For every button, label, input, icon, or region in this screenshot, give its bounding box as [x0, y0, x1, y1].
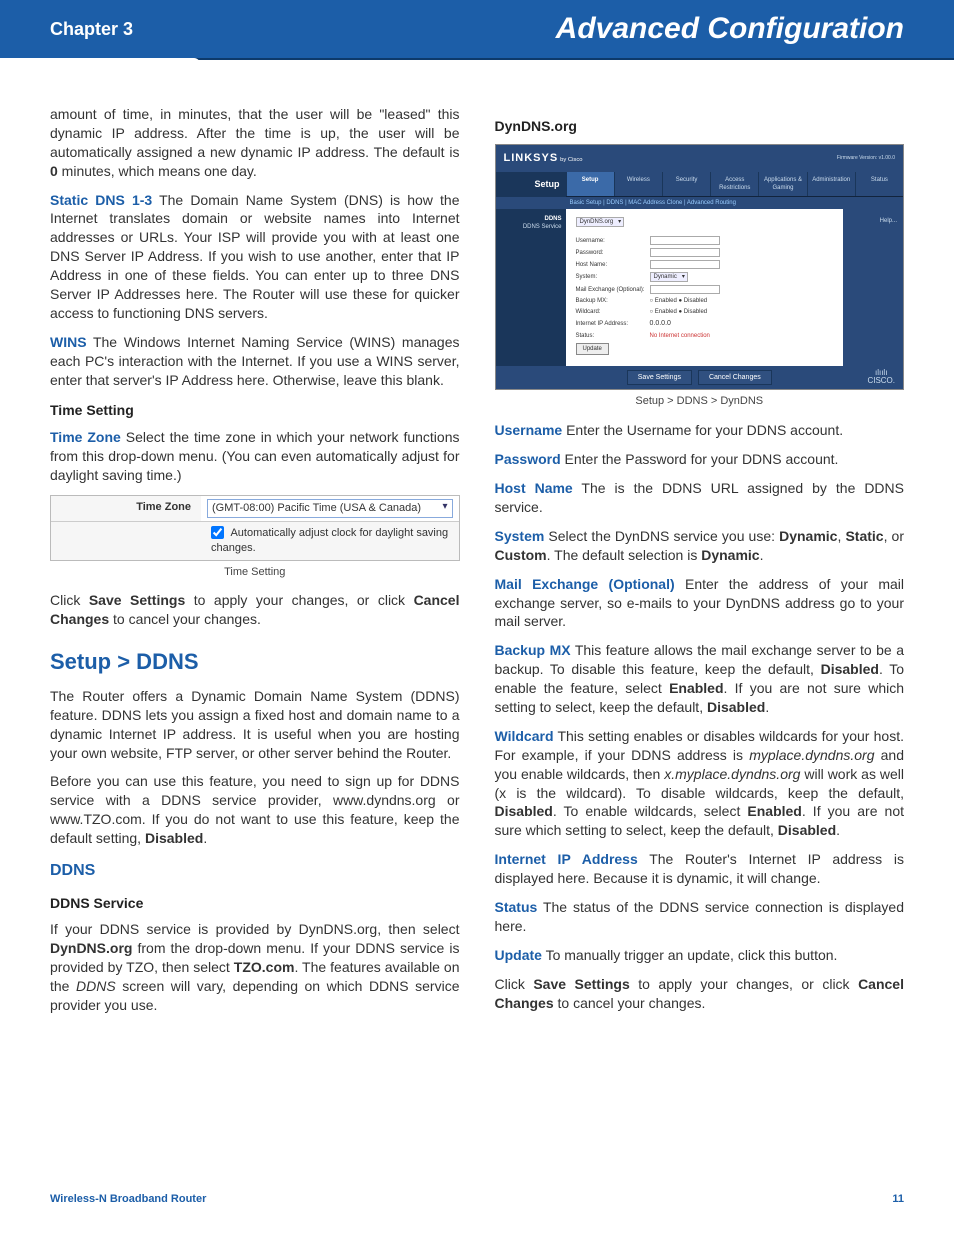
left-column: amount of time, in minutes, that the use… — [50, 105, 460, 1025]
username-input[interactable] — [650, 236, 720, 245]
ddns-signup-paragraph: Before you can use this feature, you nee… — [50, 772, 460, 848]
tz-select[interactable]: (GMT-08:00) Pacific Time (USA & Canada) — [207, 499, 453, 518]
wildcard-paragraph: Wildcard This setting enables or disable… — [495, 727, 905, 840]
ddns-service-select[interactable]: DynDNS.org — [576, 217, 625, 227]
static-dns-paragraph: Static DNS 1-3 The Domain Name System (D… — [50, 191, 460, 323]
cisco-logo: ılıılıCISCO. — [867, 369, 895, 385]
side-ddns: DDNS — [500, 215, 562, 223]
tab-notch — [0, 58, 200, 64]
subtabs[interactable]: Basic Setup | DDNS | MAC Address Clone |… — [496, 197, 904, 209]
right-column: DynDNS.org LINKSYS by Cisco Firmware Ver… — [495, 105, 905, 1025]
backup-mx-paragraph: Backup MX This feature allows the mail e… — [495, 641, 905, 717]
help-link[interactable]: Help... — [880, 217, 897, 225]
page-footer: Wireless-N Broadband Router 11 — [50, 1193, 904, 1205]
update-paragraph: Update To manually trigger an update, cl… — [495, 946, 905, 965]
system-select[interactable]: Dynamic — [650, 272, 688, 282]
page-header: Chapter 3 Advanced Configuration — [0, 0, 954, 60]
tz-label: Time Zone — [51, 496, 201, 521]
tab-admin[interactable]: Administration — [807, 172, 855, 196]
password-input[interactable] — [650, 248, 720, 257]
product-name: Wireless-N Broadband Router — [50, 1193, 206, 1205]
brand-logo: LINKSYS — [504, 152, 559, 164]
page-title: Advanced Configuration — [556, 12, 904, 46]
tz-dst-label: Automatically adjust clock for daylight … — [211, 527, 448, 554]
save-settings-paragraph-2: Click Save Settings to apply your change… — [495, 975, 905, 1013]
tab-setup[interactable]: Setup — [566, 172, 614, 196]
ddns-subheading: DDNS — [50, 860, 460, 882]
ip-value: 0.0.0.0 — [650, 319, 671, 328]
status-value: No Internet connection — [650, 332, 710, 340]
lease-paragraph: amount of time, in minutes, that the use… — [50, 105, 460, 181]
chapter-label: Chapter 3 — [50, 19, 133, 40]
firmware-version: Firmware Version: v1.00.0 — [837, 155, 895, 162]
content: amount of time, in minutes, that the use… — [0, 60, 954, 1025]
status-paragraph: Status The status of the DDNS service co… — [495, 898, 905, 936]
mail-exchange-paragraph: Mail Exchange (Optional) Enter the addre… — [495, 575, 905, 632]
update-button[interactable]: Update — [576, 343, 609, 355]
username-paragraph: Username Enter the Username for your DDN… — [495, 421, 905, 440]
tab-status[interactable]: Status — [855, 172, 903, 196]
wildcard-radio[interactable]: ○ Enabled ● Disabled — [650, 308, 708, 316]
internet-ip-paragraph: Internet IP Address The Router's Interne… — [495, 850, 905, 888]
tab-wireless[interactable]: Wireless — [614, 172, 662, 196]
nav-section-label: Setup — [496, 172, 566, 197]
dyndns-heading: DynDNS.org — [495, 117, 905, 136]
wins-paragraph: WINS The Windows Internet Naming Service… — [50, 333, 460, 390]
setup-ddns-heading: Setup > DDNS — [50, 647, 460, 677]
save-settings-paragraph: Click Save Settings to apply your change… — [50, 591, 460, 629]
page-number: 11 — [892, 1193, 904, 1205]
mx-input[interactable] — [650, 285, 720, 294]
hostname-input[interactable] — [650, 260, 720, 269]
ddns-service-heading: DDNS Service — [50, 894, 460, 913]
cancel-changes-button[interactable]: Cancel Changes — [698, 370, 772, 385]
password-paragraph: Password Enter the Password for your DDN… — [495, 450, 905, 469]
side-ddns-service: DDNS Service — [500, 223, 562, 231]
router-screenshot: LINKSYS by Cisco Firmware Version: v1.00… — [495, 144, 905, 391]
time-zone-widget: Time Zone (GMT-08:00) Pacific Time (USA … — [50, 495, 460, 561]
time-zone-paragraph: Time Zone Select the time zone in which … — [50, 428, 460, 485]
router-fig-caption: Setup > DDNS > DynDNS — [495, 394, 905, 409]
tab-apps[interactable]: Applications & Gaming — [758, 172, 806, 196]
time-setting-heading: Time Setting — [50, 401, 460, 420]
tz-caption: Time Setting — [50, 565, 460, 580]
hostname-paragraph: Host Name The is the DDNS URL assigned b… — [495, 479, 905, 517]
tab-security[interactable]: Security — [662, 172, 710, 196]
ddns-service-paragraph: If your DDNS service is provided by DynD… — [50, 920, 460, 1014]
tz-dst-checkbox[interactable] — [211, 526, 224, 539]
tab-access[interactable]: Access Restrictions — [710, 172, 758, 196]
ddns-intro-paragraph: The Router offers a Dynamic Domain Name … — [50, 687, 460, 763]
backup-mx-radio[interactable]: ○ Enabled ● Disabled — [650, 297, 708, 305]
system-paragraph: System Select the DynDNS service you use… — [495, 527, 905, 565]
save-settings-button[interactable]: Save Settings — [627, 370, 692, 385]
